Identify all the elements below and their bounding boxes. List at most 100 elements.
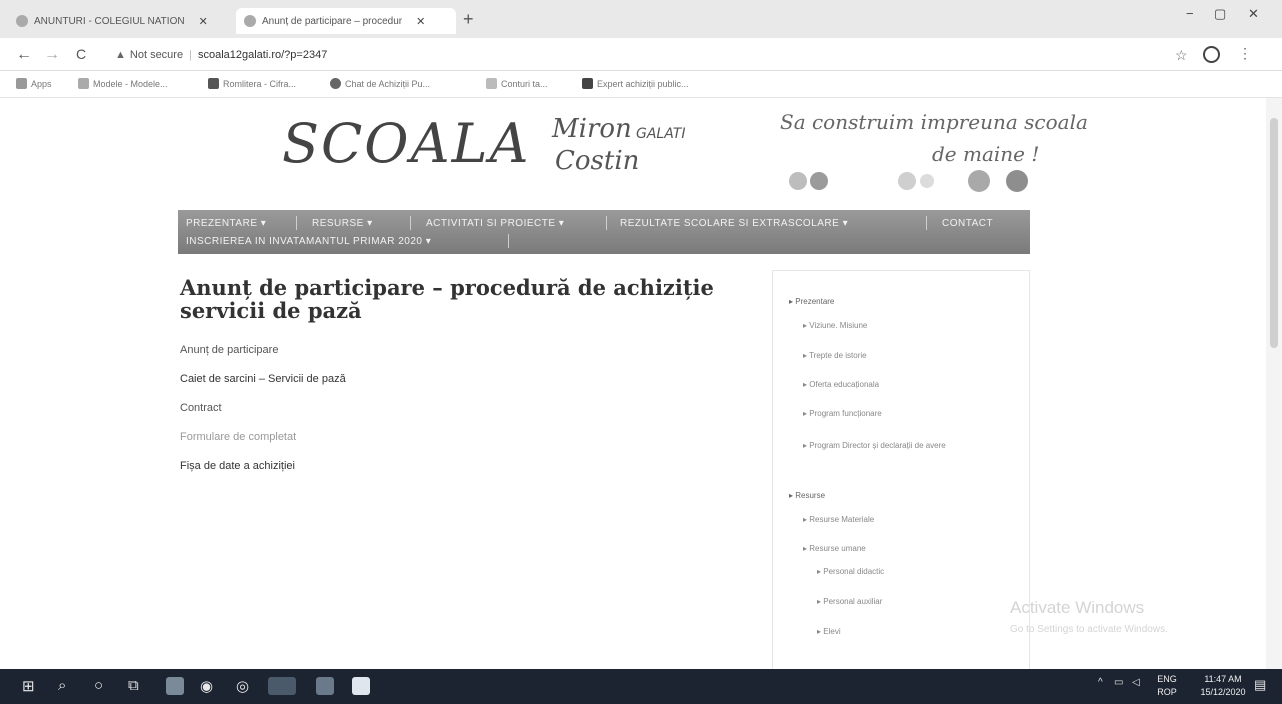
nav-resurse[interactable]: RESURSE ▾ bbox=[312, 218, 373, 229]
decorative-dot bbox=[968, 170, 990, 192]
windows-taskbar: ⊞ ⌕ ○ ⧉ ◉ ◎ ^ ▭ ◁ ENG ROP 11:47 AM 15/12… bbox=[0, 669, 1282, 704]
browser-tab-bar: ANUNTURI - COLEGIUL NATION ✕ Anunț de pa… bbox=[0, 0, 1282, 38]
bookmark-modele[interactable]: Modele - Modele... bbox=[78, 78, 168, 89]
close-tab-icon[interactable]: ✕ bbox=[416, 15, 425, 28]
activate-windows-title: Activate Windows bbox=[1010, 598, 1145, 617]
sidebar-item-oferta[interactable]: ▸ Oferta educaționala bbox=[803, 380, 879, 389]
profile-avatar-icon[interactable] bbox=[1203, 46, 1220, 63]
close-window-button[interactable]: ✕ bbox=[1248, 6, 1259, 22]
nav-activitati-proiecte[interactable]: ACTIVITATI SI PROIECTE ▾ bbox=[426, 218, 564, 229]
bookmark-star-icon[interactable]: ☆ bbox=[1175, 47, 1188, 64]
url-text: scoala12galati.ro/?p=2347 bbox=[197, 49, 328, 61]
bookmark-conturi[interactable]: Conturi ta... bbox=[486, 78, 548, 89]
file-explorer-icon[interactable] bbox=[316, 677, 334, 695]
back-button[interactable]: ← bbox=[16, 46, 32, 64]
nav-inscrierea[interactable]: INSCRIEREA IN INVATAMANTUL PRIMAR 2020 ▾ bbox=[186, 236, 431, 247]
logo-galati-text: GALATI bbox=[636, 126, 686, 142]
sidebar-item-personal-didactic[interactable]: ▸ Personal didactic bbox=[817, 567, 884, 576]
tagline-line2: de maine ! bbox=[932, 142, 1040, 166]
clock[interactable]: 11:47 AM 15/12/2020 bbox=[1192, 673, 1254, 699]
nav-separator bbox=[410, 216, 411, 230]
bookmark-romlitera[interactable]: Romlitera - Cifra... bbox=[208, 78, 296, 89]
activate-windows-subtitle: Go to Settings to activate Windows. bbox=[1010, 624, 1168, 635]
bookmark-favicon-icon bbox=[486, 78, 497, 89]
page-scrollbar[interactable] bbox=[1266, 98, 1282, 669]
doc-link-formulare[interactable]: Formulare de completat bbox=[180, 431, 296, 443]
decorative-dot bbox=[898, 172, 916, 190]
sidebar-menu: ▸ Prezentare ▸ Viziune. Misiune ▸ Trepte… bbox=[772, 270, 1030, 669]
logo-costin-text: Costin bbox=[555, 146, 640, 176]
volume-icon[interactable]: ◁ bbox=[1132, 677, 1140, 688]
nav-rezultate[interactable]: REZULTATE SCOLARE SI EXTRASCOLARE ▾ bbox=[620, 218, 848, 229]
sidebar-item-prezentare[interactable]: ▸ Prezentare bbox=[789, 297, 834, 306]
mail-app-icon[interactable] bbox=[166, 677, 184, 695]
security-label: Not secure bbox=[129, 49, 184, 61]
nav-separator bbox=[508, 234, 509, 248]
menu-kebab-icon[interactable]: ⋮ bbox=[1238, 45, 1252, 62]
url-separator: | bbox=[189, 49, 192, 61]
minimize-button[interactable]: − bbox=[1186, 6, 1194, 21]
nav-separator bbox=[606, 216, 607, 230]
tab-favicon-icon bbox=[244, 15, 256, 27]
nav-separator bbox=[296, 216, 297, 230]
warning-icon: ▲ bbox=[115, 49, 126, 61]
logo-scoala-text: SCOALA bbox=[282, 112, 531, 175]
forward-button[interactable]: → bbox=[44, 46, 60, 64]
bookmark-chat-achizitii[interactable]: Chat de Achiziții Pu... bbox=[330, 78, 430, 89]
network-icon[interactable]: ▭ bbox=[1114, 677, 1123, 688]
url-field[interactable]: ▲ Not secure | scoala12galati.ro/?p=2347 bbox=[115, 45, 1145, 65]
bookmarks-bar: Apps Modele - Modele... Romlitera - Cifr… bbox=[0, 72, 1282, 98]
tray-chevron-icon[interactable]: ^ bbox=[1098, 677, 1103, 688]
active-app-icon[interactable] bbox=[268, 677, 296, 695]
tab-anunt-participare[interactable]: Anunț de participare – procedur ✕ bbox=[236, 8, 456, 34]
tab-anunturi[interactable]: ANUNTURI - COLEGIUL NATION ✕ bbox=[8, 8, 234, 34]
doc-link-fisa-date[interactable]: Fișa de date a achiziției bbox=[180, 460, 295, 472]
search-icon[interactable]: ⌕ bbox=[58, 677, 66, 694]
sidebar-item-personal-auxiliar[interactable]: ▸ Personal auxiliar bbox=[817, 597, 882, 606]
cortana-icon[interactable]: ○ bbox=[94, 677, 103, 694]
nav-separator bbox=[926, 216, 927, 230]
logo-miron-text: Miron bbox=[552, 114, 632, 144]
nav-contact[interactable]: CONTACT bbox=[942, 218, 993, 229]
tagline-line1: Sa construim impreuna scoala bbox=[780, 110, 1088, 134]
sidebar-item-resurse-materiale[interactable]: ▸ Resurse Materiale bbox=[803, 515, 874, 524]
bookmark-expert-achizitii[interactable]: Expert achiziții public... bbox=[582, 78, 689, 89]
restore-button[interactable]: ▢ bbox=[1214, 6, 1226, 22]
bookmark-favicon-icon bbox=[582, 78, 593, 89]
bookmark-apps[interactable]: Apps bbox=[16, 78, 52, 89]
address-bar: ← → C ▲ Not secure | scoala12galati.ro/?… bbox=[0, 38, 1282, 71]
doc-link-caiet-sarcini[interactable]: Caiet de sarcini – Servicii de pază bbox=[180, 373, 346, 385]
task-view-icon[interactable]: ⧉ bbox=[128, 677, 139, 694]
new-tab-button[interactable]: + bbox=[463, 9, 474, 30]
decorative-dot bbox=[1006, 170, 1028, 192]
bookmark-favicon-icon bbox=[330, 78, 341, 89]
apps-grid-icon bbox=[16, 78, 27, 89]
bookmark-favicon-icon bbox=[208, 78, 219, 89]
scrollbar-thumb[interactable] bbox=[1270, 118, 1278, 348]
chrome-icon[interactable]: ◎ bbox=[236, 677, 249, 695]
bookmark-favicon-icon bbox=[78, 78, 89, 89]
nav-prezentare[interactable]: PREZENTARE ▾ bbox=[186, 218, 266, 229]
tab-favicon-icon bbox=[16, 15, 28, 27]
notifications-icon[interactable]: ▤ bbox=[1254, 677, 1266, 693]
decorative-dot bbox=[920, 174, 934, 188]
sidebar-item-trepte-istorie[interactable]: ▸ Trepte de istorie bbox=[803, 351, 867, 360]
doc-link-anunt[interactable]: Anunț de participare bbox=[180, 344, 278, 356]
firefox-icon[interactable]: ◉ bbox=[200, 677, 213, 695]
sidebar-item-elevi[interactable]: ▸ Elevi bbox=[817, 627, 841, 636]
close-tab-icon[interactable]: ✕ bbox=[199, 15, 208, 28]
web-page: SCOALA Miron GALATI Costin Sa construim … bbox=[0, 98, 1282, 669]
sidebar-item-resurse[interactable]: ▸ Resurse bbox=[789, 491, 825, 500]
decorative-dot bbox=[789, 172, 807, 190]
language-indicator[interactable]: ENG ROP bbox=[1152, 673, 1182, 699]
word-app-icon[interactable] bbox=[352, 677, 370, 695]
main-navigation: PREZENTARE ▾ RESURSE ▾ ACTIVITATI SI PRO… bbox=[178, 210, 1030, 254]
doc-link-contract[interactable]: Contract bbox=[180, 402, 222, 414]
sidebar-item-program-functionare[interactable]: ▸ Program funcționare bbox=[803, 409, 882, 418]
sidebar-item-resurse-umane[interactable]: ▸ Resurse umane bbox=[803, 544, 866, 553]
windows-start-icon[interactable]: ⊞ bbox=[22, 677, 35, 695]
tab-title: ANUNTURI - COLEGIUL NATION bbox=[34, 15, 185, 27]
sidebar-item-program-director[interactable]: ▸ Program Director și declarații de aver… bbox=[803, 441, 946, 450]
reload-button[interactable]: C bbox=[76, 46, 86, 62]
sidebar-item-viziune[interactable]: ▸ Viziune. Misiune bbox=[803, 321, 867, 330]
